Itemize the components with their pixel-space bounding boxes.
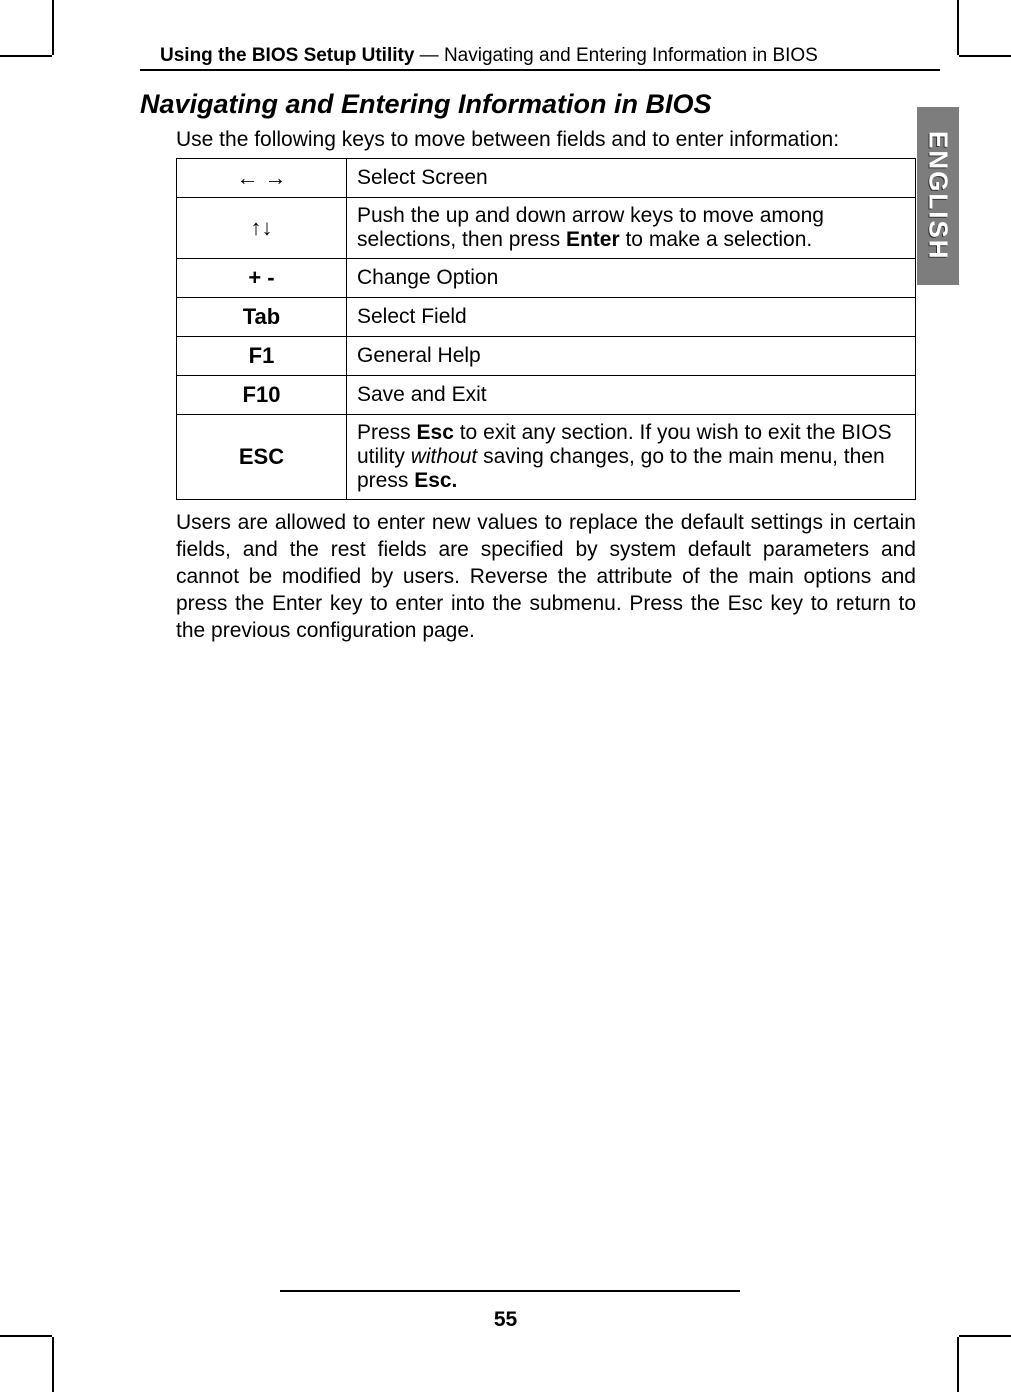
body-paragraph: Users are allowed to enter new values to… xyxy=(176,510,916,644)
header-bold: Using the BIOS Setup Utility xyxy=(160,45,414,66)
page-number: 55 xyxy=(0,1308,1011,1332)
desc-cell: Press Esc to exit any section. If you wi… xyxy=(347,415,916,500)
table-row: TabSelect Field xyxy=(177,298,916,337)
footer-rule xyxy=(280,1290,740,1292)
header-rule xyxy=(140,69,940,71)
key-cell: Tab xyxy=(177,298,347,337)
key-cell: F1 xyxy=(177,337,347,376)
desc-cell: Save and Exit xyxy=(347,376,916,415)
table-row: ESCPress Esc to exit any section. If you… xyxy=(177,415,916,500)
keys-table: ← →Select Screen↑↓Push the up and down a… xyxy=(176,158,916,500)
desc-cell: Select Screen xyxy=(347,159,916,198)
table-row: F10Save and Exit xyxy=(177,376,916,415)
running-header: Using the BIOS Setup Utility — Navigatin… xyxy=(140,45,940,67)
key-cell: F10 xyxy=(177,376,347,415)
key-cell: ESC xyxy=(177,415,347,500)
desc-cell: General Help xyxy=(347,337,916,376)
intro-text: Use the following keys to move between f… xyxy=(176,128,940,152)
key-cell: + - xyxy=(177,259,347,298)
table-row: ← →Select Screen xyxy=(177,159,916,198)
table-row: ↑↓Push the up and down arrow keys to mov… xyxy=(177,198,916,259)
key-cell: ← → xyxy=(177,159,347,198)
section-heading: Navigating and Entering Information in B… xyxy=(140,89,940,120)
table-row: + -Change Option xyxy=(177,259,916,298)
page-content: Using the BIOS Setup Utility — Navigatin… xyxy=(140,45,940,644)
desc-cell: Push the up and down arrow keys to move … xyxy=(347,198,916,259)
table-row: F1General Help xyxy=(177,337,916,376)
key-cell: ↑↓ xyxy=(177,198,347,259)
desc-cell: Change Option xyxy=(347,259,916,298)
desc-cell: Select Field xyxy=(347,298,916,337)
header-rest: — Navigating and Entering Information in… xyxy=(414,45,817,66)
